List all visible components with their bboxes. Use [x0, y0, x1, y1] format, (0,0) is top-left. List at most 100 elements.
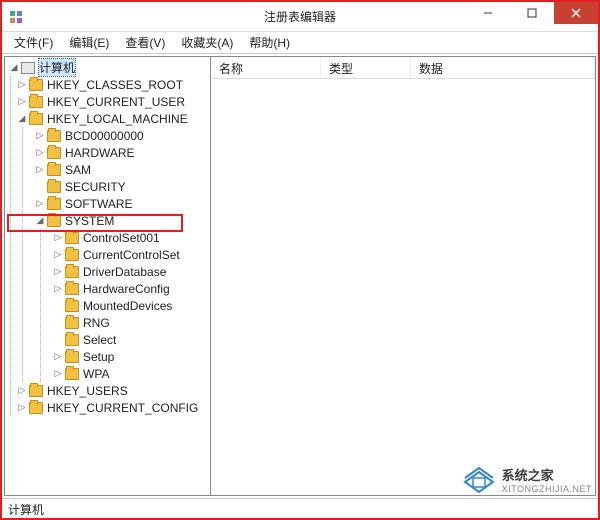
collapse-icon[interactable]: ◢ — [35, 216, 45, 226]
computer-icon — [21, 62, 35, 74]
tree-label: WPA — [83, 367, 109, 381]
menu-file[interactable]: 文件(F) — [6, 32, 61, 53]
tree-item-rng[interactable]: ▷RNG — [53, 314, 210, 331]
tree-label: BCD00000000 — [65, 129, 144, 143]
tree-item-hklm[interactable]: ◢ HKEY_LOCAL_MACHINE — [17, 110, 210, 127]
folder-icon — [65, 317, 79, 329]
tree-item-bcd[interactable]: ▷ BCD00000000 — [35, 127, 210, 144]
registry-tree: ◢ 计算机 ▷ HKEY_CLASSES_ROOT ▷ HKEY_CURRENT… — [5, 57, 210, 418]
tree-label: ControlSet001 — [83, 231, 160, 245]
tree-label: DriverDatabase — [83, 265, 166, 279]
tree-item-ccs001[interactable]: ▷ ControlSet001 — [53, 229, 210, 246]
content-area: ◢ 计算机 ▷ HKEY_CLASSES_ROOT ▷ HKEY_CURRENT… — [4, 56, 596, 496]
column-type[interactable]: 类型 — [321, 57, 411, 78]
folder-icon — [65, 232, 79, 244]
menu-help[interactable]: 帮助(H) — [241, 32, 298, 53]
expand-icon[interactable]: ▷ — [53, 284, 63, 294]
status-path: 计算机 — [8, 503, 44, 517]
tree-item-mounted[interactable]: ▷MountedDevices — [53, 297, 210, 314]
expand-icon[interactable]: ▷ — [53, 233, 63, 243]
menu-view[interactable]: 查看(V) — [117, 32, 173, 53]
folder-icon — [65, 266, 79, 278]
tree-item-wpa[interactable]: ▷ WPA — [53, 365, 210, 382]
tree-label: MountedDevices — [83, 299, 172, 313]
expand-icon[interactable]: ▷ — [17, 386, 27, 396]
title-bar: 注册表编辑器 — [2, 2, 598, 32]
folder-icon — [47, 181, 61, 193]
tree-item-hardware[interactable]: ▷ HARDWARE — [35, 144, 210, 161]
tree-item-system[interactable]: ◢ SYSTEM — [35, 212, 210, 229]
tree-label: SECURITY — [65, 180, 126, 194]
tree-label: HKEY_CURRENT_CONFIG — [47, 401, 198, 415]
folder-icon — [29, 402, 43, 414]
tree-label: HKEY_CURRENT_USER — [47, 95, 185, 109]
tree-label: HARDWARE — [65, 146, 135, 160]
menu-bar: 文件(F) 编辑(E) 查看(V) 收藏夹(A) 帮助(H) — [2, 32, 598, 54]
tree-item-sam[interactable]: ▷ SAM — [35, 161, 210, 178]
menu-edit[interactable]: 编辑(E) — [61, 32, 117, 53]
folder-icon — [65, 351, 79, 363]
tree-item-hwcfg[interactable]: ▷ HardwareConfig — [53, 280, 210, 297]
minimize-button[interactable] — [466, 2, 510, 24]
menu-favorites[interactable]: 收藏夹(A) — [173, 32, 241, 53]
app-icon — [8, 9, 24, 25]
tree-item-hku[interactable]: ▷ HKEY_USERS — [17, 382, 210, 399]
collapse-icon[interactable]: ◢ — [17, 114, 27, 124]
expand-icon[interactable]: ▷ — [53, 250, 63, 260]
tree-item-driverdb[interactable]: ▷ DriverDatabase — [53, 263, 210, 280]
list-header: 名称 类型 数据 — [211, 57, 595, 79]
watermark-logo-icon — [462, 466, 496, 494]
column-name[interactable]: 名称 — [211, 57, 321, 78]
expand-icon[interactable]: ▷ — [35, 199, 45, 209]
tree-label: Select — [83, 333, 116, 347]
expand-icon[interactable]: ▷ — [35, 148, 45, 158]
expand-icon[interactable]: ▷ — [17, 403, 27, 413]
tree-label: Setup — [83, 350, 114, 364]
expand-icon[interactable]: ▷ — [53, 267, 63, 277]
watermark-url: XITONGZHIJIA.NET — [502, 484, 592, 494]
close-button[interactable] — [554, 2, 598, 24]
tree-item-security[interactable]: ▷ SECURITY — [35, 178, 210, 195]
expand-icon[interactable]: ▷ — [17, 80, 27, 90]
tree-label: 计算机 — [39, 59, 75, 76]
tree-label: HardwareConfig — [83, 282, 170, 296]
tree-item-select[interactable]: ▷Select — [53, 331, 210, 348]
list-pane[interactable]: 名称 类型 数据 — [211, 57, 595, 495]
folder-icon — [65, 368, 79, 380]
folder-icon — [47, 147, 61, 159]
tree-item-hkcr[interactable]: ▷ HKEY_CLASSES_ROOT — [17, 76, 210, 93]
folder-icon — [29, 113, 43, 125]
folder-icon — [47, 164, 61, 176]
expand-icon[interactable]: ▷ — [35, 131, 45, 141]
folder-icon — [29, 385, 43, 397]
tree-item-hkcu[interactable]: ▷ HKEY_CURRENT_USER — [17, 93, 210, 110]
expand-icon[interactable]: ▷ — [53, 369, 63, 379]
tree-label: RNG — [83, 316, 110, 330]
folder-icon — [47, 130, 61, 142]
tree-label: HKEY_USERS — [47, 384, 128, 398]
tree-label: HKEY_CLASSES_ROOT — [47, 78, 183, 92]
tree-label: SOFTWARE — [65, 197, 133, 211]
tree-item-ccs[interactable]: ▷ CurrentControlSet — [53, 246, 210, 263]
watermark: 系统之家 XITONGZHIJIA.NET — [462, 465, 592, 494]
watermark-brand: 系统之家 — [502, 465, 592, 484]
tree-root[interactable]: ◢ 计算机 — [5, 59, 210, 76]
window-title: 注册表编辑器 — [264, 8, 336, 25]
expand-icon[interactable]: ▷ — [17, 97, 27, 107]
tree-item-software[interactable]: ▷ SOFTWARE — [35, 195, 210, 212]
tree-item-setup[interactable]: ▷ Setup — [53, 348, 210, 365]
expand-icon[interactable]: ◢ — [9, 63, 19, 73]
status-bar: 计算机 — [2, 498, 598, 518]
tree-pane[interactable]: ◢ 计算机 ▷ HKEY_CLASSES_ROOT ▷ HKEY_CURRENT… — [5, 57, 211, 495]
folder-icon — [47, 215, 61, 227]
tree-item-hkcc[interactable]: ▷ HKEY_CURRENT_CONFIG — [17, 399, 210, 416]
folder-icon — [47, 198, 61, 210]
folder-icon — [65, 249, 79, 261]
expand-icon[interactable]: ▷ — [53, 352, 63, 362]
column-data[interactable]: 数据 — [411, 57, 595, 78]
maximize-button[interactable] — [510, 2, 554, 24]
tree-label: CurrentControlSet — [83, 248, 180, 262]
folder-icon — [65, 334, 79, 346]
expand-icon[interactable]: ▷ — [35, 165, 45, 175]
tree-label: HKEY_LOCAL_MACHINE — [47, 112, 188, 126]
